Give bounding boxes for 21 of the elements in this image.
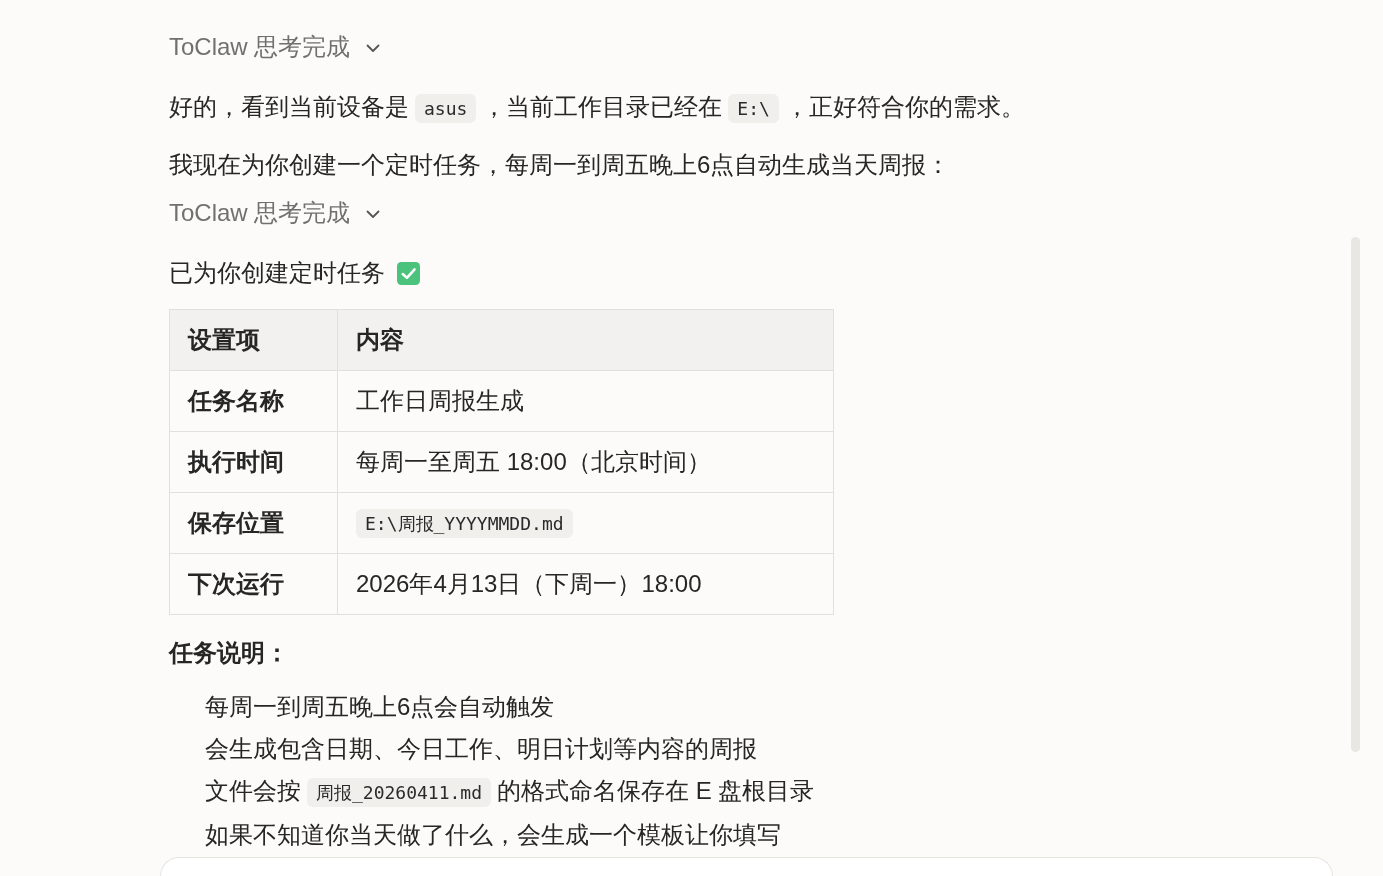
table-cell: 保存位置 xyxy=(169,492,338,554)
message-text: 已为你创建定时任务 xyxy=(169,258,385,288)
thinking-toggle[interactable]: ToClaw 思考完成 xyxy=(169,30,381,64)
section-heading: 任务说明： xyxy=(169,638,289,668)
message-input-box[interactable] xyxy=(160,857,1333,876)
list-item: 文件会按 周报_20260411.md 的格式命名保存在 E 盘根目录 xyxy=(205,774,815,810)
table-cell: 每周一至周五 18:00（北京时间） xyxy=(337,431,834,493)
table-header-cell: 内容 xyxy=(337,309,834,371)
message-text: 我现在为你创建一个定时任务，每周一到周五晚上6点自动生成当天周报： xyxy=(169,150,951,180)
list-item: 会生成包含日期、今日工作、明日计划等内容的周报 xyxy=(205,734,758,764)
table-cell: 执行时间 xyxy=(169,431,338,493)
table-cell: 2026年4月13日（下周一）18:00 xyxy=(337,553,834,615)
table-header-cell: 设置项 xyxy=(169,309,338,371)
message-text: 好的，看到当前设备是 asus ，当前工作目录已经在 E:\ ，正好符合你的需求。 xyxy=(169,90,1025,126)
list-item: 每周一到周五晚上6点会自动触发 xyxy=(205,692,556,722)
table-cell: 下次运行 xyxy=(169,553,338,615)
thinking-toggle[interactable]: ToClaw 思考完成 xyxy=(169,196,381,230)
table-cell: E:\周报_YYYYMMDD.md xyxy=(337,492,834,554)
table-cell: 任务名称 xyxy=(169,370,338,432)
table-cell: 工作日周报生成 xyxy=(337,370,834,432)
list-item: 如果不知道你当天做了什么，会生成一个模板让你填写 xyxy=(205,820,782,850)
